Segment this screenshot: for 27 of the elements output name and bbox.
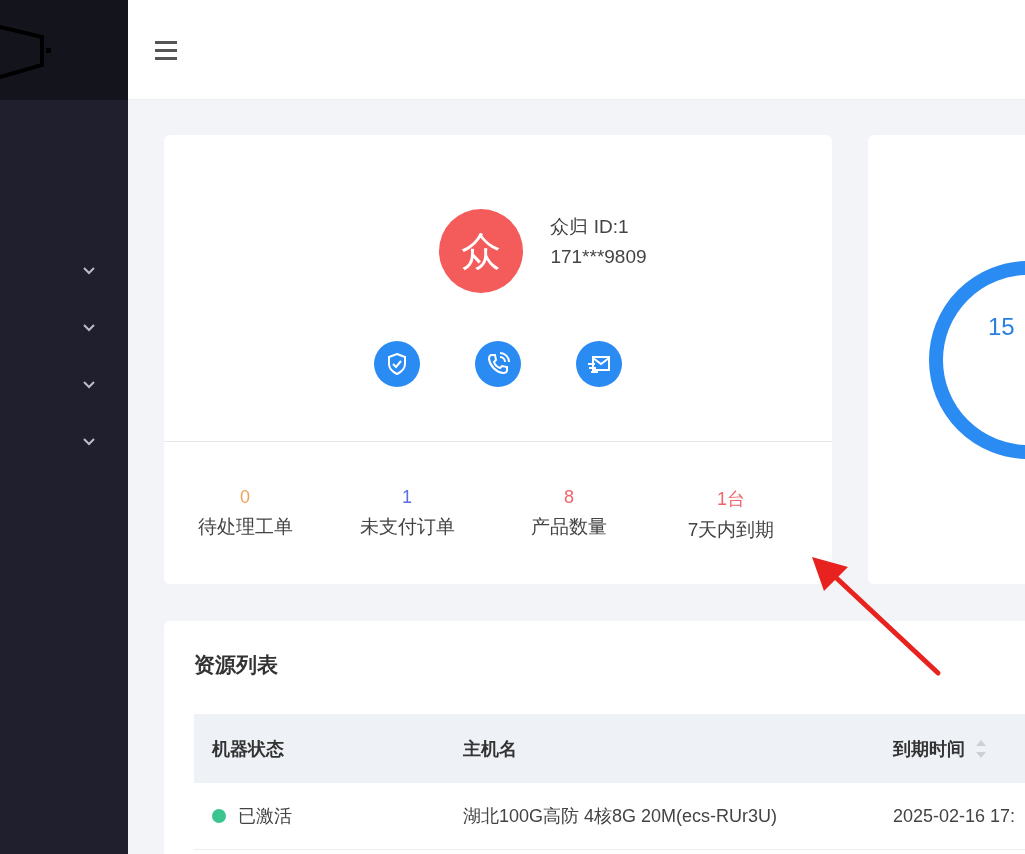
ring-value: 15 (988, 313, 1015, 341)
stat-value: 1台 (717, 488, 745, 511)
avatar: 众 (439, 209, 524, 293)
stat-label: 待处理工单 (197, 515, 293, 539)
column-header[interactable]: 到期时间 (875, 714, 1025, 783)
stat-value: 0 (240, 487, 250, 508)
stat-label: 产品数量 (531, 515, 607, 539)
status-text: 已激活 (238, 805, 292, 828)
phone-icon[interactable] (475, 341, 521, 387)
table-cell: 2025-02-16 17: (875, 783, 1025, 850)
chevron-icon[interactable] (82, 322, 96, 332)
chevron-icon[interactable] (82, 436, 96, 446)
stat-value: 8 (564, 487, 574, 508)
column-header: 机器状态 (194, 714, 445, 783)
menu-icon[interactable] (155, 39, 177, 60)
shield-check-icon[interactable] (374, 341, 420, 387)
section-title: 资源列表 (194, 652, 279, 678)
stat-value: 1 (402, 487, 412, 508)
table-cell: 湖北100G高防 4核8G 20M(ecs-RUr3U) (445, 783, 875, 850)
phone-number: 171***9809 (550, 246, 647, 268)
chevron-icon[interactable] (82, 379, 96, 389)
stat-label: 未支付订单 (359, 515, 455, 539)
mail-icon[interactable] (576, 341, 622, 387)
stat-label: 7天内到期 (687, 518, 775, 542)
user-name: 众归 ID:1 (550, 215, 630, 239)
chevron-icon[interactable] (82, 265, 96, 275)
column-header: 主机名 (445, 714, 875, 783)
